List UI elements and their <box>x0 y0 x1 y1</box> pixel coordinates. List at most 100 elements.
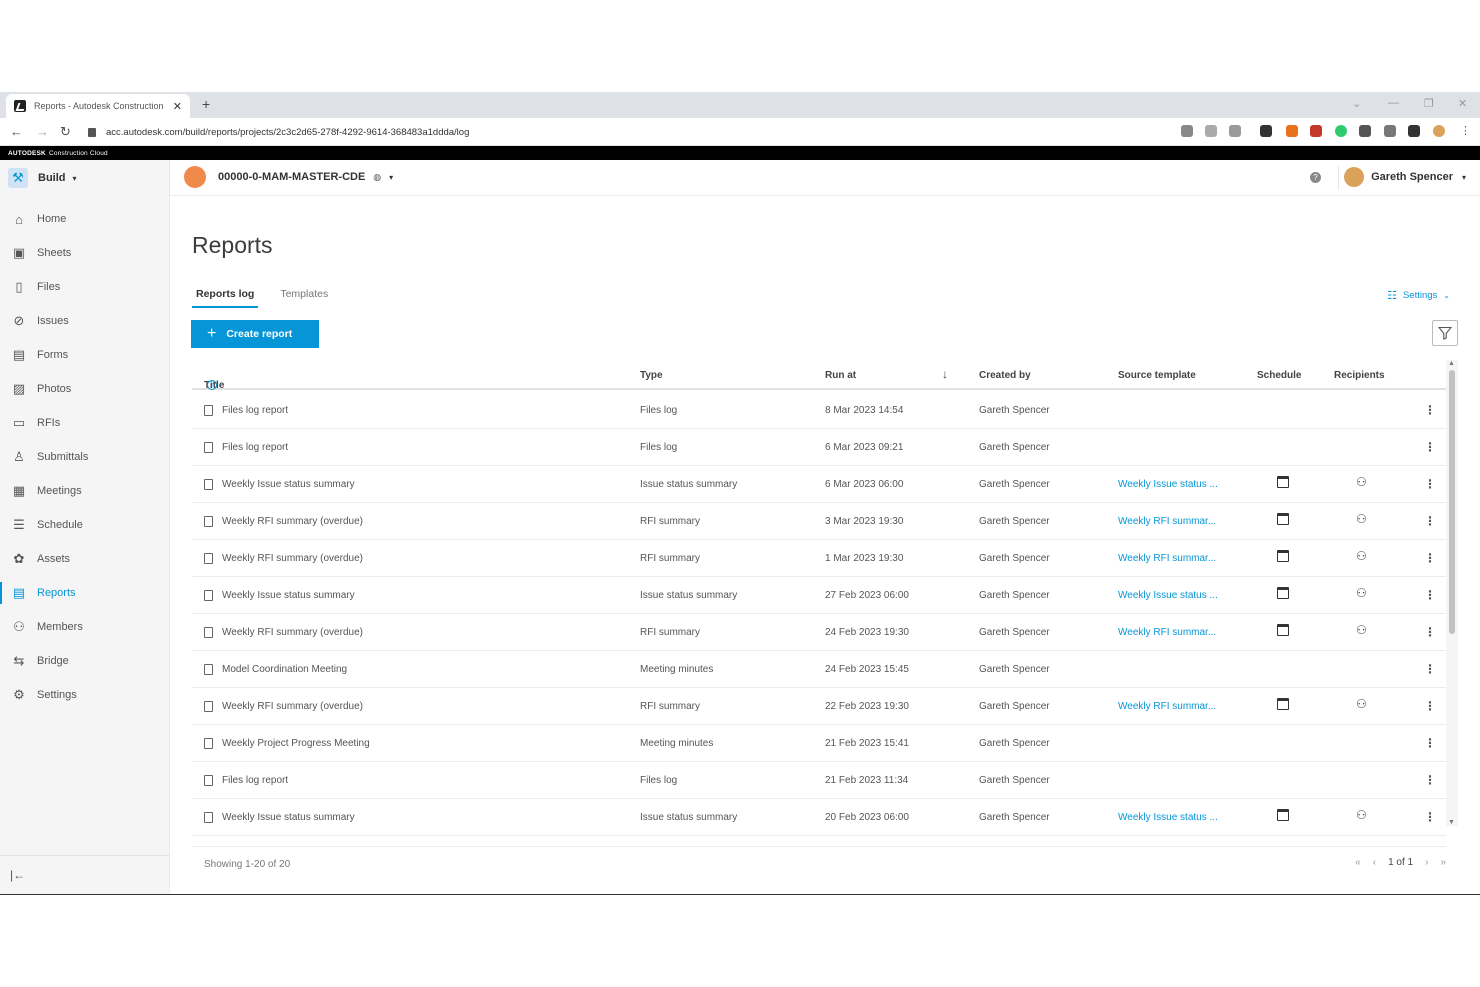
column-header-created-by[interactable]: Created by <box>979 370 1031 381</box>
report-title[interactable]: Weekly Issue status summary <box>222 590 355 601</box>
table-row[interactable]: Weekly Issue status summary Issue status … <box>192 577 1446 614</box>
user-menu[interactable]: Gareth Spencer ▾ <box>1344 167 1466 187</box>
sidebar-item-issues[interactable]: ⊘ Issues <box>0 306 170 336</box>
sidebar-item-schedule[interactable]: ☰ Schedule <box>0 510 170 540</box>
previous-page-icon[interactable]: ‹ <box>1373 857 1376 868</box>
tab-templates[interactable]: Templates <box>276 284 332 308</box>
extension-stack-icon[interactable] <box>1260 125 1272 137</box>
side-panel-icon[interactable] <box>1408 125 1420 137</box>
star-icon[interactable] <box>1229 125 1241 137</box>
table-row[interactable]: Model Coordination Meeting Meeting minute… <box>192 651 1446 688</box>
module-selector[interactable]: ⚒ Build ▾ <box>0 160 170 196</box>
report-title[interactable]: Weekly RFI summary (overdue) <box>222 701 363 712</box>
more-options-icon[interactable]: ⋮ <box>1424 514 1436 528</box>
more-options-icon[interactable]: ⋮ <box>1424 699 1436 713</box>
table-row[interactable]: Files log report Files log 6 Mar 2023 09:2… <box>192 429 1446 466</box>
back-icon[interactable]: ← <box>10 124 23 139</box>
sidebar-item-forms[interactable]: ▤ Forms <box>0 340 170 370</box>
recipients-icon[interactable]: ⚇ <box>1356 808 1367 822</box>
sort-descending-icon[interactable]: ↓ <box>942 367 948 381</box>
column-header-recipients[interactable]: Recipients <box>1334 370 1385 381</box>
source-template-link[interactable]: Weekly Issue status ... <box>1118 479 1218 490</box>
column-header-run-at[interactable]: Run at <box>825 370 856 381</box>
table-scrollbar[interactable]: ▲ ▼ <box>1446 360 1458 826</box>
project-selector[interactable]: 00000-0-MAM-MASTER-CDE ◍ ▾ <box>184 166 393 188</box>
source-template-link[interactable]: Weekly RFI summar... <box>1118 627 1216 638</box>
table-row[interactable]: Weekly RFI summary (overdue) RFI summary 2… <box>192 614 1446 651</box>
recipients-icon[interactable]: ⚇ <box>1356 549 1367 563</box>
next-page-icon[interactable]: › <box>1425 857 1428 868</box>
calendar-icon[interactable] <box>1277 550 1289 562</box>
close-tab-icon[interactable]: ✕ <box>173 100 182 113</box>
sidebar-item-assets[interactable]: ✿ Assets <box>0 544 170 574</box>
close-window-icon[interactable]: ✕ <box>1458 97 1467 110</box>
extension-orange-icon[interactable] <box>1286 125 1298 137</box>
filter-button[interactable] <box>1432 320 1458 346</box>
report-title[interactable]: Weekly Issue status summary <box>222 812 355 823</box>
more-options-icon[interactable]: ⋮ <box>1424 551 1436 565</box>
scrollbar-thumb[interactable] <box>1449 370 1455 634</box>
calendar-icon[interactable] <box>1277 513 1289 525</box>
puzzle-icon[interactable] <box>1359 125 1371 137</box>
last-page-icon[interactable]: » <box>1440 857 1446 868</box>
report-title[interactable]: Weekly RFI summary (overdue) <box>222 627 363 638</box>
minimize-icon[interactable]: — <box>1388 97 1399 109</box>
report-title[interactable]: Weekly Project Progress Meeting <box>222 738 370 749</box>
reading-list-icon[interactable] <box>1384 125 1396 137</box>
report-title[interactable]: Files log report <box>222 405 288 416</box>
report-title[interactable]: Weekly RFI summary (overdue) <box>222 553 363 564</box>
source-template-link[interactable]: Weekly RFI summar... <box>1118 553 1216 564</box>
extension-green-icon[interactable] <box>1335 125 1347 137</box>
sidebar-item-bridge[interactable]: ⇆ Bridge <box>0 646 170 676</box>
more-options-icon[interactable]: ⋮ <box>1424 588 1436 602</box>
calendar-icon[interactable] <box>1277 476 1289 488</box>
calendar-icon[interactable] <box>1277 587 1289 599</box>
eye-off-icon[interactable] <box>1181 125 1193 137</box>
recipients-icon[interactable]: ⚇ <box>1356 623 1367 637</box>
settings-dropdown[interactable]: ☷ Settings ⌄ <box>1387 289 1450 302</box>
report-title[interactable]: Weekly Issue status summary <box>222 479 355 490</box>
table-row[interactable]: Weekly RFI summary (overdue) RFI summary 1… <box>192 540 1446 577</box>
column-header-type[interactable]: Type <box>640 370 663 381</box>
sidebar-item-members[interactable]: ⚇ Members <box>0 612 170 642</box>
source-template-link[interactable]: Weekly RFI summar... <box>1118 701 1216 712</box>
first-page-icon[interactable]: « <box>1355 857 1361 868</box>
more-options-icon[interactable]: ⋮ <box>1424 403 1436 417</box>
forward-icon[interactable]: → <box>36 124 49 139</box>
help-icon[interactable]: ? <box>1310 172 1321 183</box>
table-row[interactable]: Weekly Issue status summary Issue status … <box>192 466 1446 503</box>
table-row[interactable]: Weekly Project Progress Meeting Meeting m… <box>192 725 1446 762</box>
table-row[interactable]: Files log report Files log 8 Mar 2023 14:5… <box>192 392 1446 429</box>
source-template-link[interactable]: Weekly Issue status ... <box>1118 812 1218 823</box>
reload-icon[interactable]: ↻ <box>60 124 71 140</box>
browser-menu-icon[interactable]: ⋮ <box>1460 124 1471 137</box>
info-icon[interactable]: i <box>207 380 217 390</box>
more-options-icon[interactable]: ⋮ <box>1424 773 1436 787</box>
more-options-icon[interactable]: ⋮ <box>1424 625 1436 639</box>
calendar-icon[interactable] <box>1277 698 1289 710</box>
profile-avatar[interactable] <box>1433 125 1445 137</box>
more-options-icon[interactable]: ⋮ <box>1424 662 1436 676</box>
scroll-up-icon[interactable]: ▲ <box>1448 360 1455 367</box>
report-title[interactable]: Files log report <box>222 775 288 786</box>
more-options-icon[interactable]: ⋮ <box>1424 440 1436 454</box>
share-icon[interactable] <box>1205 125 1217 137</box>
sidebar-item-files[interactable]: ▯ Files <box>0 272 170 302</box>
sidebar-item-photos[interactable]: ▨ Photos <box>0 374 170 404</box>
more-options-icon[interactable]: ⋮ <box>1424 477 1436 491</box>
table-row[interactable]: Weekly Issue status summary Issue status … <box>192 799 1446 836</box>
table-row[interactable]: Weekly RFI summary (overdue) RFI summary 2… <box>192 688 1446 725</box>
recipients-icon[interactable]: ⚇ <box>1356 512 1367 526</box>
table-row[interactable]: Files log report Files log 21 Feb 2023 11:… <box>192 762 1446 799</box>
restore-icon[interactable]: ❐ <box>1424 97 1434 110</box>
more-options-icon[interactable]: ⋮ <box>1424 736 1436 750</box>
calendar-icon[interactable] <box>1277 624 1289 636</box>
report-title[interactable]: Model Coordination Meeting <box>222 664 347 675</box>
table-row[interactable]: Weekly RFI summary (overdue) RFI summary 3… <box>192 503 1446 540</box>
scroll-down-icon[interactable]: ▼ <box>1448 819 1455 826</box>
browser-tab[interactable]: Reports - Autodesk Construction ✕ <box>6 94 190 118</box>
column-header-schedule[interactable]: Schedule <box>1257 370 1301 381</box>
sidebar-item-reports[interactable]: ▤ Reports <box>0 578 170 608</box>
extension-red-icon[interactable] <box>1310 125 1322 137</box>
more-options-icon[interactable]: ⋮ <box>1424 810 1436 824</box>
